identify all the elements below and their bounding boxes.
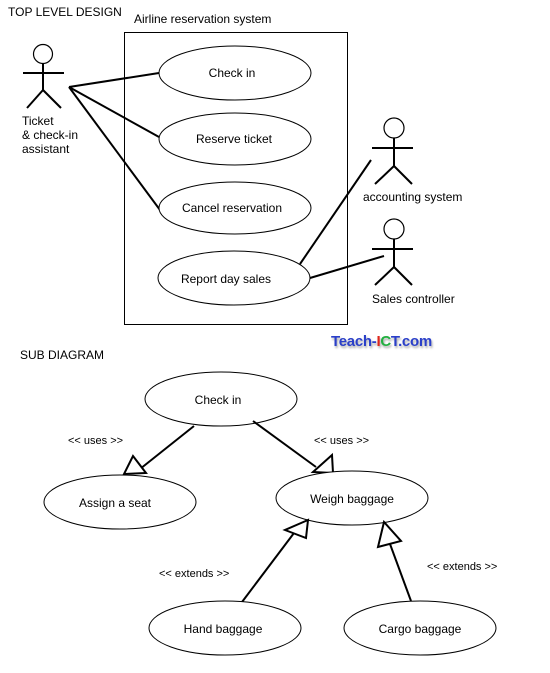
- extends-label-right: << extends >>: [427, 561, 497, 573]
- use-case-label: Reserve ticket: [196, 132, 273, 146]
- use-case-label: Cargo baggage: [379, 622, 462, 636]
- actor-head: [383, 218, 405, 240]
- sub-use-case-check-in[interactable]: Check in: [144, 371, 298, 427]
- uses-arrow-weigh-baggage: [252, 420, 317, 468]
- actor-label: accounting system: [363, 190, 462, 204]
- arrowhead-icon: [310, 452, 335, 475]
- actor-label-line1: Ticket: [22, 114, 54, 128]
- actor-label: Sales controller: [372, 292, 455, 306]
- use-case-label: Hand baggage: [184, 622, 263, 636]
- extends-arrow-cargo-baggage: [389, 543, 412, 602]
- logo-text-t: T: [390, 333, 399, 350]
- use-case-cancel-reservation[interactable]: Cancel reservation: [158, 181, 312, 235]
- arrowhead-icon: [122, 454, 148, 476]
- uses-label-left: << uses >>: [68, 435, 123, 447]
- sub-diagram-heading: SUB DIAGRAM: [20, 348, 104, 362]
- actor-label-line3: assistant: [22, 142, 70, 156]
- use-case-label: Check in: [195, 393, 242, 407]
- extends-label-left: << extends >>: [159, 568, 229, 580]
- system-title: Airline reservation system: [134, 12, 271, 26]
- actor-label-line2: & check-in: [22, 128, 78, 142]
- association-cancel: [68, 86, 161, 211]
- sub-use-case-weigh-baggage[interactable]: Weigh baggage: [275, 470, 429, 526]
- use-case-label: Cancel reservation: [182, 201, 282, 215]
- use-case-reserve-ticket[interactable]: Reserve ticket: [158, 112, 312, 166]
- use-case-label: Report day sales: [181, 272, 271, 286]
- logo-text-teach: Teach-: [331, 333, 377, 350]
- actor-ticket-assistant: Ticket & check-in assistant: [22, 43, 78, 156]
- association-checkin: [68, 72, 160, 88]
- use-case-label: Weigh baggage: [310, 492, 394, 506]
- use-case-label: Assign a seat: [79, 496, 152, 510]
- sub-use-case-hand-baggage[interactable]: Hand baggage: [148, 600, 302, 656]
- teach-ict-logo[interactable]: Teach-ICT.com: [331, 333, 432, 350]
- sub-use-case-assign-seat[interactable]: Assign a seat: [43, 474, 197, 530]
- uses-label-right: << uses >>: [314, 435, 369, 447]
- actor-head: [383, 117, 405, 139]
- association-reserve: [68, 86, 160, 138]
- sub-use-case-cargo-baggage[interactable]: Cargo baggage: [343, 600, 497, 656]
- top-level-heading: TOP LEVEL DESIGN: [8, 5, 122, 19]
- logo-text-c: C: [380, 333, 391, 350]
- actor-accounting-system: accounting system: [363, 117, 462, 204]
- actor-head: [32, 43, 54, 65]
- arrowhead-icon: [376, 519, 403, 549]
- use-case-diagram: TOP LEVEL DESIGN Airline reservation sys…: [8, 5, 497, 656]
- use-case-label: Check in: [209, 66, 256, 80]
- arrowhead-icon: [282, 518, 310, 540]
- logo-text-com: .com: [398, 333, 432, 350]
- use-case-report-day-sales[interactable]: Report day sales: [157, 250, 311, 306]
- extends-arrow-hand-baggage: [241, 532, 295, 603]
- actor-sales-controller: Sales controller: [372, 218, 455, 306]
- use-case-check-in[interactable]: Check in: [158, 45, 312, 101]
- uses-arrow-assign-seat: [139, 425, 195, 470]
